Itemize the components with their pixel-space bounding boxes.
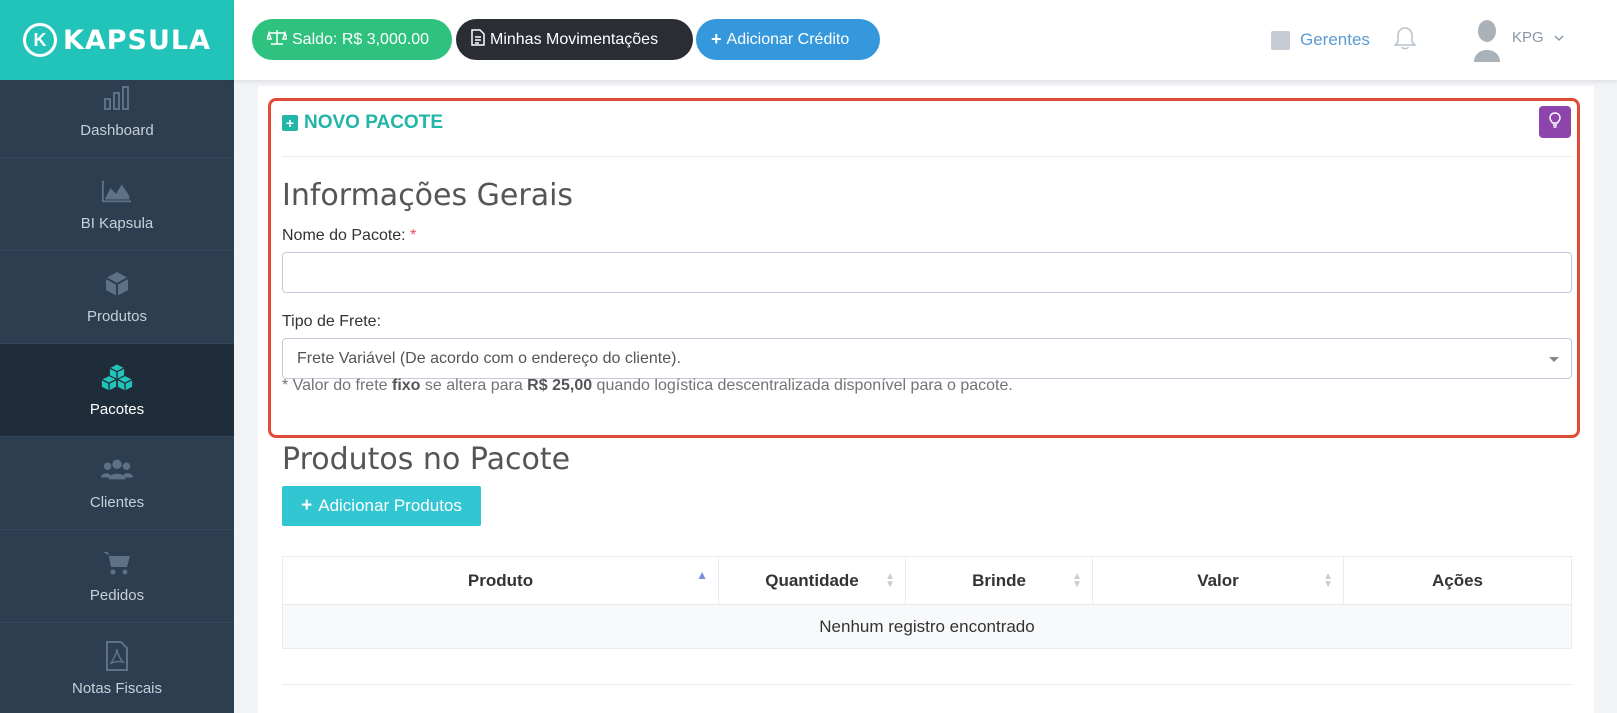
kapsula-logo-icon: K: [22, 23, 57, 57]
sort-icon: ▲ ▼: [1323, 571, 1333, 590]
saldo-button[interactable]: Saldo: R$ 3,000.00: [252, 19, 452, 60]
tipo-frete-selected: Frete Variável (De acordo com o endereço…: [297, 349, 681, 367]
sidebar-item-label: Produtos: [86, 307, 148, 325]
movimentacoes-label: Minhas Movimentações: [490, 30, 659, 48]
column-label: Quantidade: [765, 570, 859, 590]
empty-message: Nenhum registro encontrado: [819, 616, 1035, 636]
sidebar-item-clientes[interactable]: Clientes: [0, 437, 234, 530]
pdf-file-icon: [101, 640, 133, 671]
adicionar-credito-button[interactable]: + Adicionar Crédito: [696, 19, 880, 60]
sidebar-item-pacotes[interactable]: Pacotes: [0, 344, 234, 437]
column-label: Valor: [1197, 570, 1239, 590]
avatar: [1472, 18, 1502, 62]
tips-button[interactable]: [1539, 106, 1571, 138]
add-products-label: Adicionar Produtos: [318, 496, 462, 515]
sidebar-item-label: Pedidos: [89, 586, 145, 604]
users-icon: [101, 456, 133, 484]
bar-chart-icon: [101, 84, 133, 112]
note-bold-fixo: fixo: [391, 377, 421, 394]
sidebar: K KAPSULA Dashboard BI Kapsula Produtos …: [0, 0, 234, 713]
caret-down-icon: [1549, 357, 1559, 362]
gerentes-label: Gerentes: [1300, 30, 1370, 49]
frete-note: * Valor do frete fixo se altera para R$ …: [282, 377, 1013, 395]
saldo-label: Saldo: R$ 3,000.00: [292, 30, 429, 48]
section-heading-general: Informações Gerais: [282, 178, 574, 213]
sidebar-item-label: Pacotes: [89, 400, 145, 418]
note-mid: se altera para: [420, 377, 528, 394]
notifications-button[interactable]: [1393, 0, 1417, 80]
column-quantidade[interactable]: Quantidade ▲ ▼: [719, 557, 906, 604]
tie-icon: [1271, 30, 1290, 50]
column-label: Produto: [467, 570, 534, 590]
title-divider: [282, 156, 1572, 157]
tipo-frete-label: Tipo de Frete:: [282, 313, 382, 330]
column-brinde[interactable]: Brinde ▲ ▼: [906, 557, 1093, 604]
balance-scale-icon: [265, 29, 289, 50]
sidebar-item-dashboard[interactable]: Dashboard: [0, 80, 234, 158]
brand-name: KAPSULA: [62, 24, 212, 56]
sidebar-item-label: Notas Fiscais: [71, 679, 163, 697]
nome-pacote-label: Nome do Pacote: *: [282, 227, 416, 245]
adicionar-credito-label: Adicionar Crédito: [726, 30, 850, 48]
plus-icon: +: [711, 29, 722, 49]
gerentes-link[interactable]: Gerentes: [1271, 0, 1370, 80]
sidebar-item-bi-kapsula[interactable]: BI Kapsula: [0, 158, 234, 251]
brand-logo[interactable]: K KAPSULA: [0, 0, 234, 80]
card-title-label: NOVO PACOTE: [304, 112, 443, 133]
cart-icon: [101, 549, 133, 577]
column-label: Ações: [1431, 570, 1484, 590]
sidebar-item-notas-fiscais[interactable]: Notas Fiscais: [0, 623, 234, 713]
user-name: KPG: [1512, 28, 1544, 46]
column-valor[interactable]: Valor ▲ ▼: [1093, 557, 1344, 604]
lightbulb-icon: [1549, 111, 1561, 133]
note-suffix: quando logística descentralizada disponí…: [592, 377, 1013, 394]
bottom-divider: [282, 684, 1572, 685]
bell-icon: [1393, 26, 1417, 55]
column-acoes: Ações: [1344, 557, 1571, 604]
nome-pacote-input[interactable]: [282, 252, 1572, 293]
topbar: Saldo: R$ 3,000.00 Minhas Movimentações …: [234, 0, 1617, 80]
sidebar-item-produtos[interactable]: Produtos: [0, 251, 234, 344]
plus-square-icon: +: [282, 115, 298, 131]
required-mark: *: [410, 227, 417, 244]
tipo-frete-select[interactable]: Frete Variável (De acordo com o endereço…: [282, 338, 1572, 379]
main-panel: + NOVO PACOTE Informações Gerais Nome do…: [258, 86, 1594, 713]
plus-icon: +: [301, 495, 313, 516]
sort-asc-icon: ▲: [696, 568, 708, 582]
sidebar-item-label: Dashboard: [80, 122, 154, 139]
user-menu[interactable]: KPG: [1472, 0, 1564, 80]
cube-icon: [101, 270, 133, 298]
sort-icon: ▲ ▼: [1072, 571, 1082, 590]
table-header: Produto ▲ Quantidade ▲ ▼ Brinde ▲ ▼ Valor …: [283, 557, 1571, 605]
sidebar-item-label: BI Kapsula: [80, 214, 154, 232]
chevron-down-icon: [1554, 29, 1564, 46]
movimentacoes-button[interactable]: Minhas Movimentações: [456, 19, 693, 60]
section-heading-products: Produtos no Pacote: [282, 442, 571, 477]
table-empty-row: Nenhum registro encontrado: [283, 605, 1571, 648]
document-icon: [471, 28, 485, 51]
column-produto[interactable]: Produto ▲: [283, 557, 719, 604]
note-prefix: * Valor do frete: [282, 377, 392, 394]
area-chart-icon: [101, 177, 133, 205]
note-bold-value: R$ 25,00: [527, 377, 593, 394]
sort-icon: ▲ ▼: [885, 571, 895, 590]
products-table: Produto ▲ Quantidade ▲ ▼ Brinde ▲ ▼ Valor …: [282, 556, 1572, 649]
card-title: + NOVO PACOTE: [282, 112, 443, 134]
column-label: Brinde: [972, 570, 1026, 590]
add-products-button[interactable]: + Adicionar Produtos: [282, 486, 481, 526]
sidebar-item-label: Clientes: [89, 493, 145, 511]
cubes-icon: [101, 363, 133, 391]
sidebar-item-pedidos[interactable]: Pedidos: [0, 530, 234, 623]
nome-pacote-label-text: Nome do Pacote:: [282, 227, 406, 244]
